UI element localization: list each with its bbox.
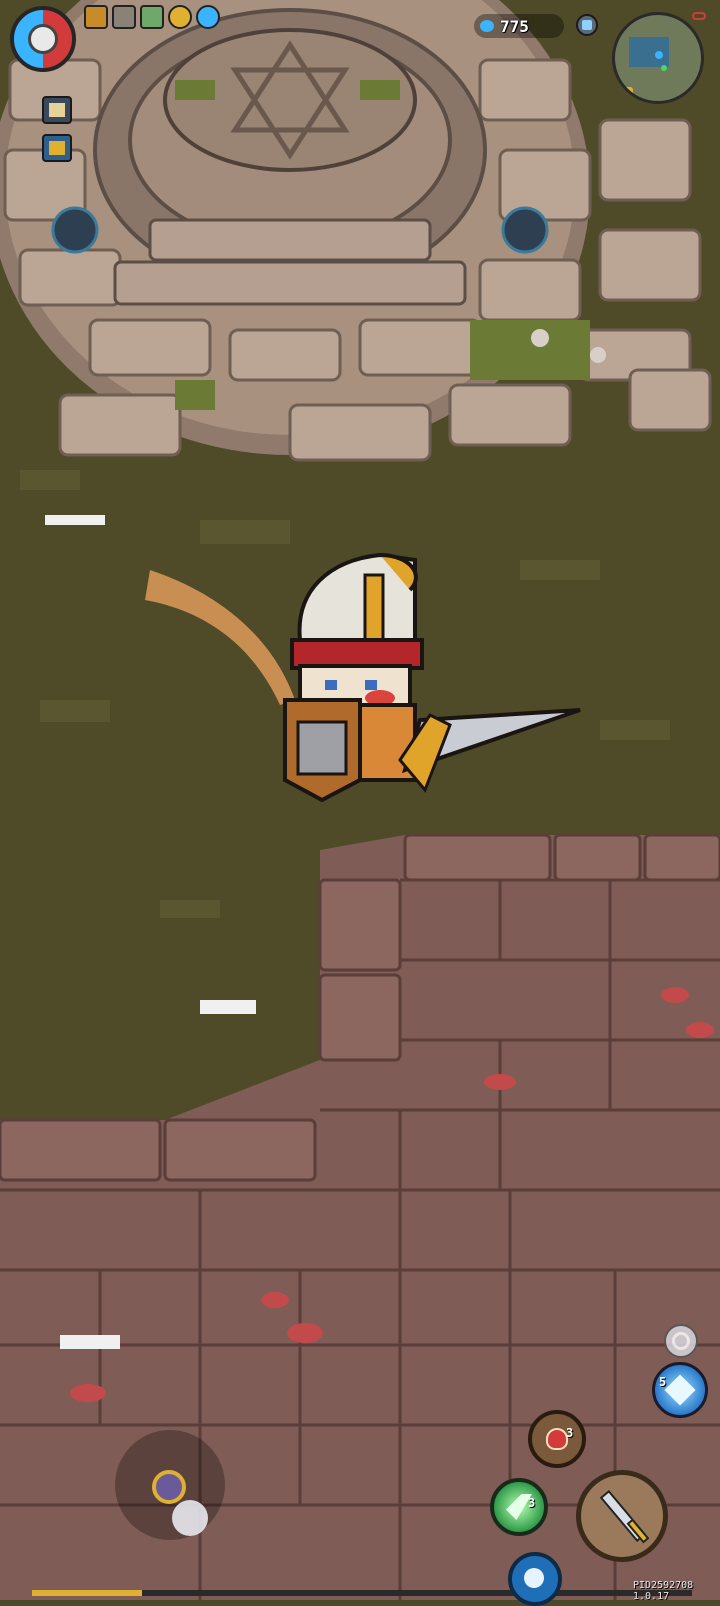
magic-bolt-icon: [664, 1374, 696, 1406]
magic-charges: 5: [659, 1375, 667, 1389]
game-scene: [0, 0, 720, 1600]
gem-icon: [480, 20, 494, 32]
build-id-label: PID2592708 1.0.17: [633, 1580, 694, 1602]
sword-buff-icon[interactable]: [140, 5, 164, 29]
dash-charges: 3: [528, 1496, 536, 1510]
coin-buff-icon[interactable]: [168, 5, 192, 29]
spirit-buff-icon[interactable]: [196, 5, 220, 29]
progress-bar: [32, 1590, 692, 1596]
dash-skill-button[interactable]: 3: [490, 1478, 548, 1536]
pet-button[interactable]: [576, 14, 598, 36]
spirit-skill-icon: [524, 1568, 544, 1588]
shield-skill-button[interactable]: [664, 1324, 698, 1358]
scroll-icon: [49, 103, 65, 117]
helmet-buff-icon[interactable]: [112, 5, 136, 29]
extra-skill-button[interactable]: [508, 1552, 562, 1606]
flag-icon: [49, 141, 65, 155]
torch-buff-icon[interactable]: [84, 5, 108, 29]
status-effect-bar: [84, 5, 224, 33]
hexagon-gear-icon: [28, 24, 58, 54]
minimap[interactable]: [612, 12, 704, 104]
attack-button[interactable]: [576, 1470, 668, 1562]
magic-skill-button[interactable]: 5: [652, 1362, 708, 1418]
gem-count: 775: [500, 16, 529, 36]
shield-icon: [672, 1332, 690, 1350]
gem-counter: 775: [474, 14, 564, 38]
quest-button[interactable]: [42, 96, 72, 124]
connection-icon: [692, 12, 706, 20]
settings-button[interactable]: [10, 6, 76, 72]
potion-icon: [546, 1428, 568, 1450]
potion-charges: 3: [566, 1426, 574, 1440]
map-flag-button[interactable]: [42, 134, 72, 162]
potion-skill-button[interactable]: 3: [528, 1410, 586, 1468]
helmet-icon: [582, 20, 592, 30]
virtual-joystick[interactable]: [115, 1430, 225, 1540]
